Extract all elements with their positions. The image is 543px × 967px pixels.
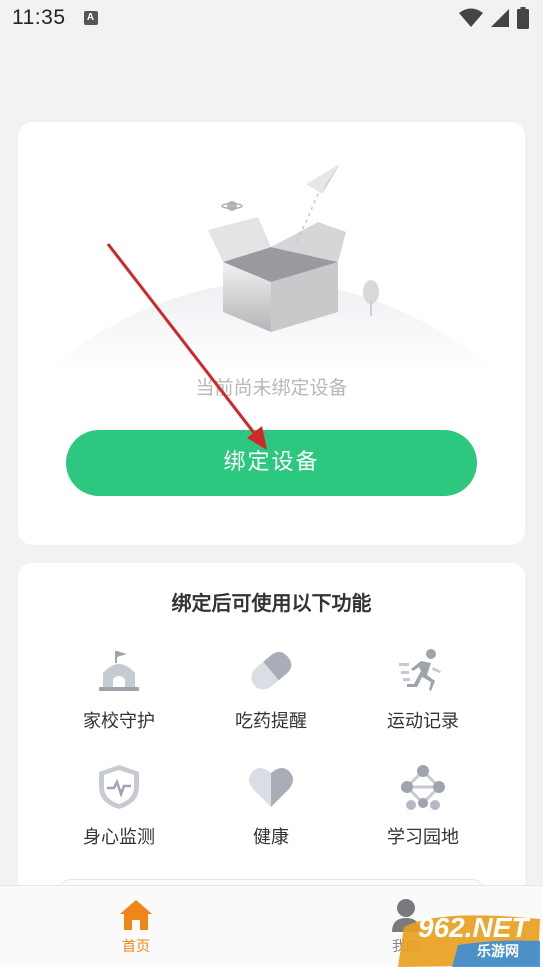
feature-pill-reminder[interactable]: 吃药提醒 — [196, 647, 346, 733]
wifi-icon — [459, 8, 483, 27]
features-card: 绑定后可使用以下功能 家校守护 吃药提醒 运动记录 身心监测 健康 学习园地 — [18, 563, 525, 903]
feature-label: 运动记录 — [387, 711, 459, 732]
feature-mind-body-monitor[interactable]: 身心监测 — [44, 763, 194, 849]
empty-box-illustration — [43, 164, 500, 372]
watermark-sub: 乐游网 — [477, 944, 519, 960]
feature-health[interactable]: 健康 — [196, 763, 346, 849]
tab-label: 首页 — [122, 939, 150, 955]
feature-label: 吃药提醒 — [235, 711, 307, 732]
watermark-brand: 962.NET — [418, 912, 529, 943]
heart-icon — [249, 767, 293, 807]
shield-pulse-icon — [99, 765, 139, 809]
battery-icon — [517, 7, 529, 29]
feature-label: 健康 — [253, 827, 289, 848]
feature-label: 身心监测 — [83, 827, 155, 848]
home-icon — [120, 900, 152, 930]
notification-icon: A — [83, 11, 98, 25]
signal-icon — [491, 9, 509, 27]
feature-school-guard[interactable]: 家校守护 — [44, 647, 194, 733]
status-time: 11:35 — [12, 6, 66, 29]
tab-home[interactable]: 首页 — [96, 898, 176, 956]
feature-label: 家校守护 — [83, 711, 155, 732]
status-icons — [459, 7, 529, 29]
school-icon — [99, 651, 139, 691]
status-bar: 11:35 A — [0, 0, 543, 36]
bind-device-button[interactable]: 绑定设备 — [66, 430, 477, 496]
empty-state-message: 当前尚未绑定设备 — [195, 377, 348, 399]
network-icon — [401, 765, 445, 810]
feature-exercise-record[interactable]: 运动记录 — [348, 647, 498, 733]
features-title: 绑定后可使用以下功能 — [171, 591, 372, 615]
empty-state-card: 当前尚未绑定设备 绑定设备 — [18, 122, 525, 545]
feature-label: 学习园地 — [387, 827, 459, 848]
feature-learning-garden[interactable]: 学习园地 — [348, 763, 498, 849]
app-bar — [0, 36, 543, 104]
pill-icon — [251, 651, 292, 690]
running-icon — [399, 649, 441, 691]
